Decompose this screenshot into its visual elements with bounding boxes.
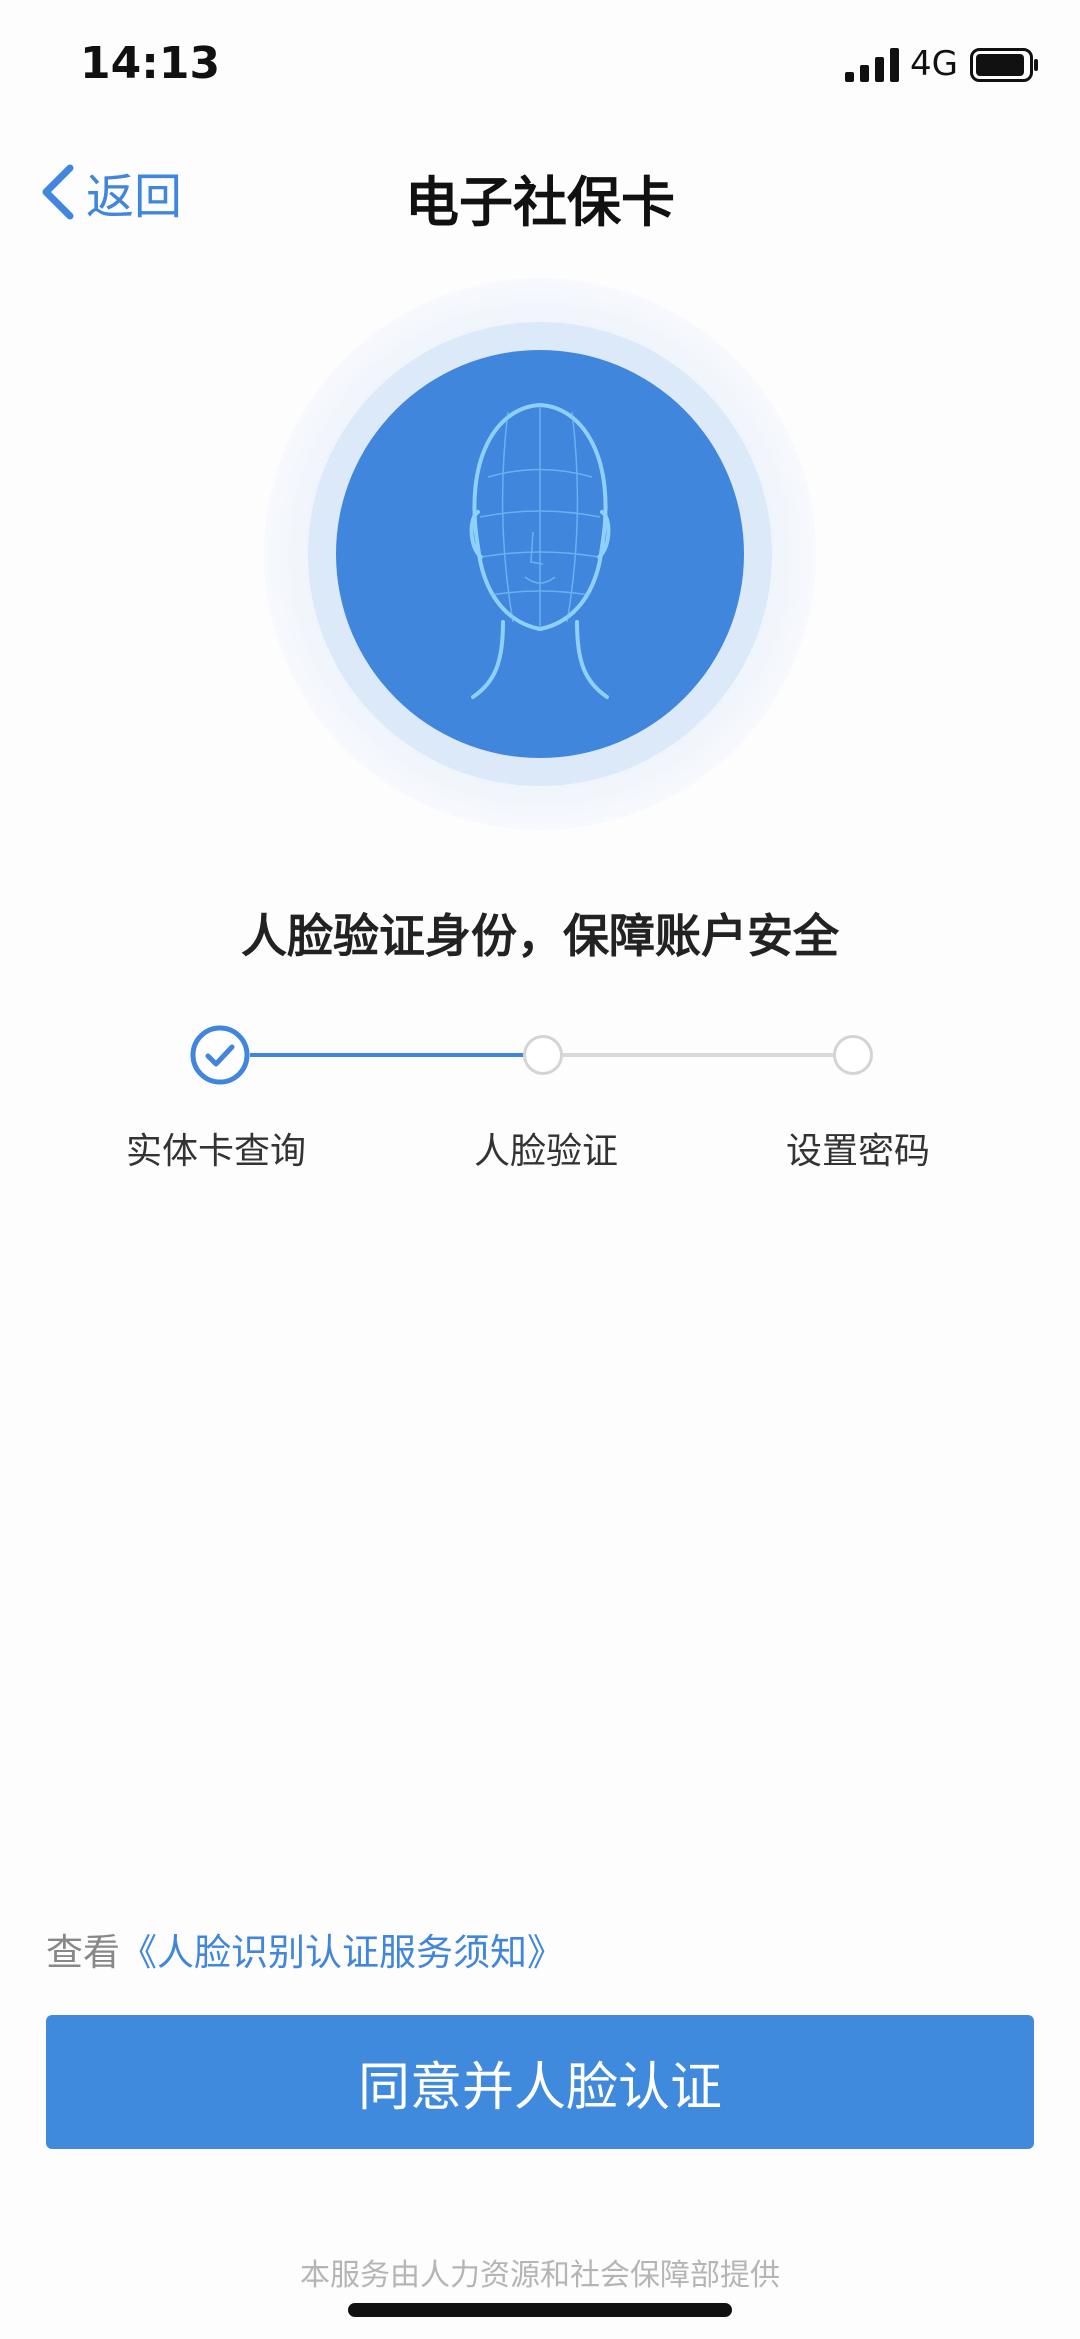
status-bar: 14:13 4G	[0, 0, 1080, 130]
notice-text: 查看《人脸识别认证服务须知》	[46, 1922, 564, 1976]
step-label-card-query: 实体卡查询	[125, 1131, 306, 1172]
progress-steps: 实体卡查询 人脸验证 设置密码	[0, 1010, 1080, 1180]
notice-prefix: 查看	[46, 1931, 120, 1974]
footer-provider-text: 本服务由人力资源和社会保障部提供	[300, 2258, 780, 2293]
home-indicator[interactable]	[348, 2303, 732, 2317]
battery-icon	[970, 48, 1038, 82]
cellular-signal-icon	[845, 48, 899, 82]
headline: 人脸验证身份，保障账户安全	[241, 909, 839, 963]
network-type: 4G	[910, 44, 958, 84]
step-dot-set-password	[833, 1035, 873, 1075]
page-title: 电子社保卡	[405, 171, 675, 234]
agree-face-auth-button[interactable]: 同意并人脸认证	[46, 2015, 1034, 2149]
step-connector-inactive	[555, 1053, 845, 1057]
step-connector-active	[250, 1053, 530, 1057]
face-scan-icon	[264, 278, 816, 830]
step-label-set-password: 设置密码	[785, 1131, 930, 1172]
navigation-bar: 返回 电子社保卡	[0, 130, 1080, 250]
status-time: 14:13	[80, 38, 221, 89]
step-dot-face-verify	[523, 1035, 563, 1075]
check-circle-icon	[190, 1025, 250, 1085]
service-notice-link[interactable]: 《人脸识别认证服务须知》	[120, 1931, 564, 1974]
step-label-face-verify: 人脸验证	[473, 1131, 618, 1172]
